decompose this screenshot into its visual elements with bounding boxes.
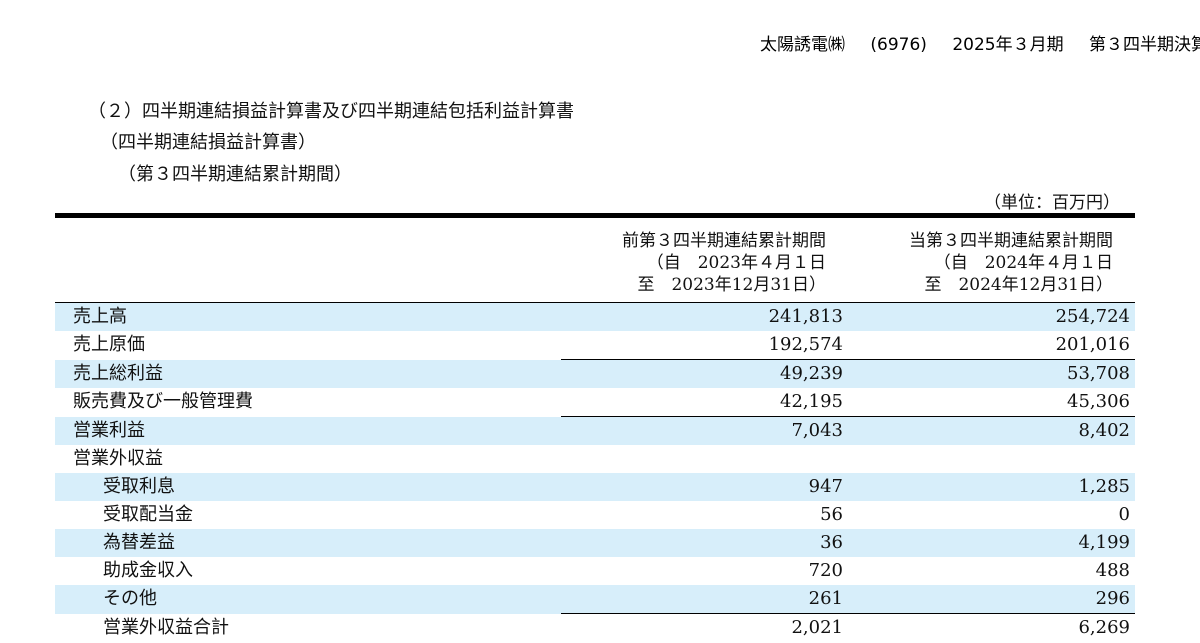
column-header-prior: 前第３四半期連結累計期間 （自 2023年４月１日 至 2023年12月31日）	[561, 213, 848, 303]
current-value	[848, 445, 1135, 473]
current-value: 6,269	[1078, 617, 1130, 638]
row-label: 受取利息	[55, 473, 561, 501]
prior-value: 261	[561, 585, 848, 614]
current-period-title: 当第３四半期連結累計期間	[909, 231, 1113, 251]
prior-value: 192,574	[561, 331, 848, 360]
table-row: 為替差益 36 4,199	[55, 529, 1135, 557]
table-row: 営業外収益	[55, 445, 1135, 473]
current-value: 488	[1095, 560, 1130, 581]
prior-value: 36	[561, 529, 848, 557]
table-row: 販売費及び一般管理費 42,195 45,306	[55, 388, 1135, 417]
row-label: 助成金収入	[103, 560, 193, 581]
current-value: 254,724	[848, 302, 1135, 331]
row-label: その他	[55, 585, 561, 614]
current-value: 296	[848, 585, 1135, 614]
current-period-from: （自 2024年４月１日	[933, 253, 1113, 273]
prior-value: 42,195	[561, 388, 848, 417]
row-label: 販売費及び一般管理費	[73, 391, 253, 413]
current-value: 0	[1118, 504, 1130, 525]
current-value: 201,016	[848, 331, 1135, 360]
income-statement-table: 前第３四半期連結累計期間 （自 2023年４月１日 至 2023年12月31日）…	[55, 213, 1135, 642]
row-label: 売上総利益	[55, 359, 561, 388]
document-header: 太陽誘電㈱ (6976) 2025年３月期 第３四半期決算短	[760, 30, 1200, 55]
current-value: 53,708	[848, 359, 1135, 388]
row-label: 営業利益	[55, 416, 561, 445]
row-label: 営業外収益	[73, 448, 163, 469]
prior-period-to: 至 2023年12月31日）	[637, 275, 826, 295]
prior-value: 241,813	[561, 302, 848, 331]
report-name: 第３四半期決算短	[1089, 35, 1200, 55]
prior-value: 7,043	[561, 416, 848, 445]
company-name: 太陽誘電㈱	[760, 35, 845, 55]
table-row: 受取配当金 56 0	[55, 501, 1135, 529]
row-label: 売上高	[55, 302, 561, 331]
prior-value: 947	[561, 473, 848, 501]
table-row: 営業利益 7,043 8,402	[55, 416, 1135, 445]
unit-label: （単位：百万円）	[984, 193, 1120, 213]
table-row: 助成金収入 720 488	[55, 557, 1135, 585]
table-header-row: 前第３四半期連結累計期間 （自 2023年４月１日 至 2023年12月31日）…	[55, 213, 1135, 303]
current-value: 4,199	[848, 529, 1135, 557]
prior-period-title: 前第３四半期連結累計期間	[622, 231, 826, 251]
row-label: 営業外収益合計	[103, 616, 229, 638]
table-row: 売上高 241,813 254,724	[55, 302, 1135, 331]
row-label: 売上原価	[73, 334, 145, 356]
prior-value	[561, 445, 848, 473]
period-label: （第３四半期連結累計期間）	[118, 164, 352, 185]
prior-value: 720	[808, 560, 843, 581]
securities-code: (6976)	[870, 35, 927, 55]
prior-value: 2,021	[791, 617, 843, 638]
fiscal-period: 2025年３月期	[952, 35, 1064, 55]
current-value: 45,306	[848, 388, 1135, 417]
current-period-to: 至 2024年12月31日）	[924, 275, 1113, 295]
table-row: 売上原価 192,574 201,016	[55, 331, 1135, 360]
current-value: 1,285	[848, 473, 1135, 501]
row-label: 受取配当金	[103, 504, 193, 525]
prior-period-from: （自 2023年４月１日	[646, 253, 826, 273]
table-row: 営業外収益合計 2,021 6,269	[55, 614, 1135, 643]
current-value: 8,402	[848, 416, 1135, 445]
table-row: 売上総利益 49,239 53,708	[55, 359, 1135, 388]
header-label-blank	[55, 213, 561, 303]
row-label: 為替差益	[55, 529, 561, 557]
column-header-current: 当第３四半期連結累計期間 （自 2024年４月１日 至 2024年12月31日）	[848, 213, 1135, 303]
section-title: （２）四半期連結損益計算書及び四半期連結包括利益計算書	[88, 101, 574, 122]
prior-value: 49,239	[561, 359, 848, 388]
table-row: 受取利息 947 1,285	[55, 473, 1135, 501]
prior-value: 56	[820, 504, 843, 525]
table-row: その他 261 296	[55, 585, 1135, 614]
statement-subtitle: （四半期連結損益計算書）	[100, 132, 316, 153]
